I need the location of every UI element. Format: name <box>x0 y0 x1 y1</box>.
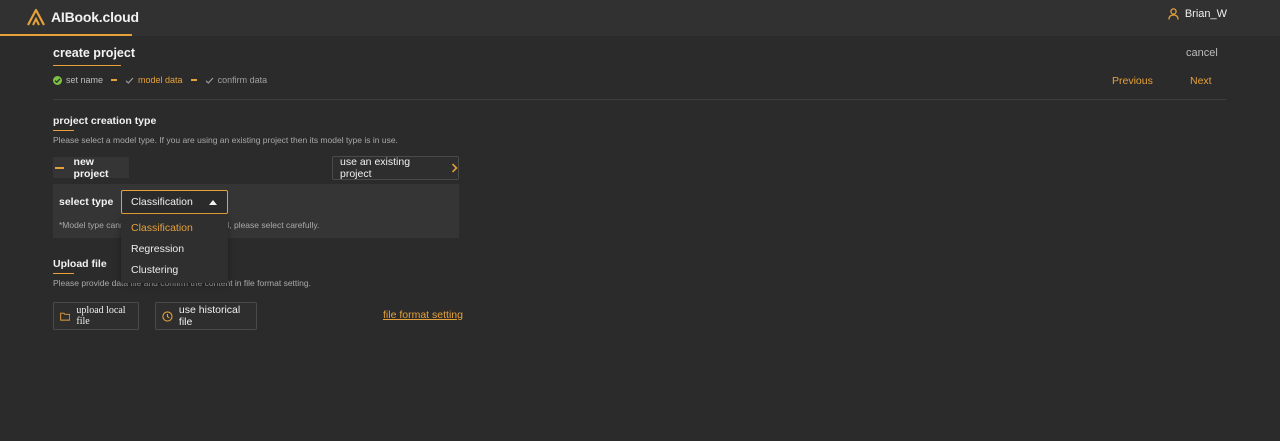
logo-icon <box>27 8 45 26</box>
upload-local-file-button[interactable]: upload local file <box>53 302 139 330</box>
step-confirm-data: confirm data <box>205 75 268 85</box>
clock-icon <box>162 310 173 322</box>
select-type-label: select type <box>59 196 114 208</box>
check-icon <box>205 77 213 84</box>
step-set-name: set name <box>53 75 103 85</box>
title-underline <box>53 65 121 66</box>
chevron-right-icon <box>451 163 458 173</box>
check-circle-icon <box>53 75 62 85</box>
use-historical-label: use historical file <box>178 304 241 328</box>
previous-button[interactable]: Previous <box>1112 75 1153 87</box>
check-icon <box>125 77 134 84</box>
step-separator <box>190 79 197 81</box>
next-button[interactable]: Next <box>1190 75 1212 87</box>
brand-underline <box>0 34 132 36</box>
dropdown-option-classification[interactable]: Classification <box>131 222 193 234</box>
caret-up-icon <box>209 200 217 205</box>
dropdown-option-regression[interactable]: Regression <box>131 243 184 255</box>
model-type-dropdown: Classification Regression Clustering <box>121 215 228 283</box>
cancel-button[interactable]: cancel <box>1186 47 1218 59</box>
brand-logo[interactable]: AIBook.cloud <box>26 6 139 28</box>
section-underline <box>53 273 74 274</box>
user-menu[interactable]: Brian_W <box>1168 8 1227 20</box>
use-historical-file-button[interactable]: use historical file <box>155 302 257 330</box>
divider <box>53 99 1226 100</box>
step-label: confirm data <box>217 75 268 85</box>
top-bar: AIBook.cloud Brian_W <box>0 0 1280 36</box>
file-format-setting-link[interactable]: file format setting <box>383 309 463 321</box>
minus-icon <box>55 166 64 169</box>
note-text: *Model type cann <box>59 220 125 230</box>
step-label: set name <box>66 75 104 85</box>
model-type-select[interactable]: Classification <box>121 190 228 214</box>
creation-type-title: project creation type <box>53 115 157 127</box>
step-indicator: set name model data confirm data <box>53 75 267 85</box>
select-value: Classification <box>131 196 193 208</box>
folder-icon <box>60 312 71 321</box>
section-underline <box>53 130 74 131</box>
upload-file-title: Upload file <box>53 258 107 270</box>
use-existing-project-button[interactable]: use an existing project <box>332 156 459 180</box>
existing-project-label: use an existing project <box>340 156 411 180</box>
step-model-data: model data <box>125 75 183 85</box>
dropdown-option-clustering[interactable]: Clustering <box>131 264 178 276</box>
step-label: model data <box>138 75 183 85</box>
page-title: create project <box>53 46 135 60</box>
step-separator <box>111 79 118 81</box>
new-project-label: new project <box>73 155 109 180</box>
new-project-toggle[interactable]: new project <box>53 155 129 180</box>
creation-type-description: Please select a model type. If you are u… <box>53 135 398 145</box>
user-name: Brian_W <box>1184 8 1227 20</box>
user-icon <box>1168 8 1179 20</box>
select-type-panel: select type Classification *Model type c… <box>53 184 459 238</box>
brand-name: AIBook.cloud <box>51 9 139 25</box>
upload-local-label: upload local file <box>76 305 126 327</box>
